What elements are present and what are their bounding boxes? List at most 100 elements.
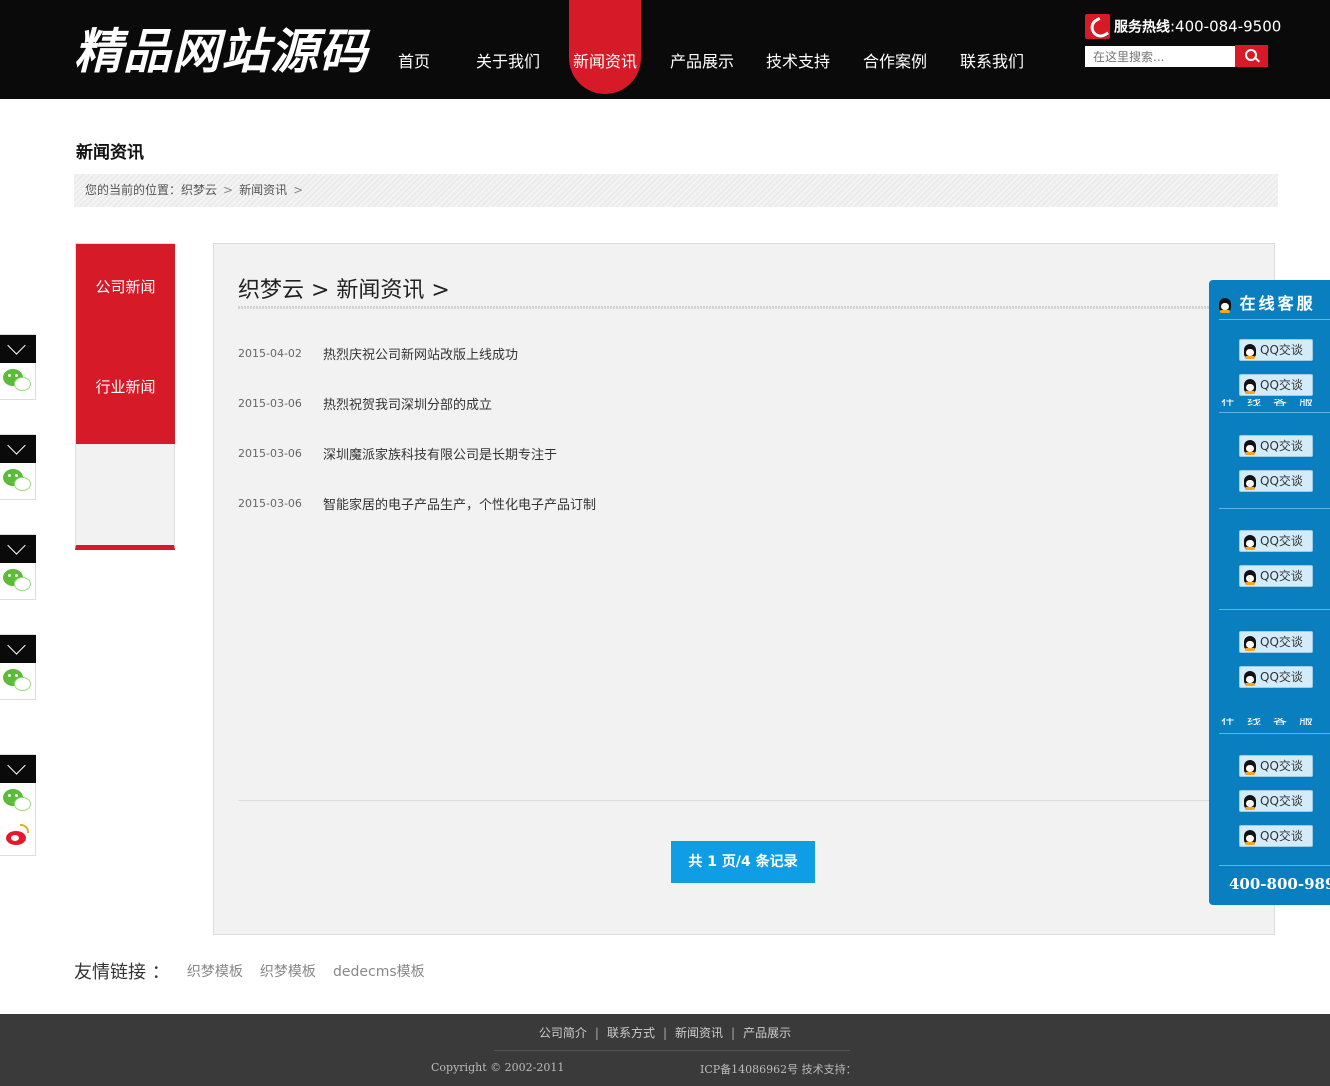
qq-icon (1244, 569, 1256, 585)
news-title-link[interactable]: 热烈祝贺我司深圳分部的成立 (323, 398, 492, 413)
list-item[interactable]: 2015-03-06 热烈祝贺我司深圳分部的成立 (238, 393, 492, 413)
wechat-icon[interactable] (0, 463, 36, 499)
chevron-down-icon[interactable] (0, 335, 36, 363)
chevron-down-icon[interactable] (0, 755, 36, 783)
qq-chat-button[interactable]: QQ交谈 (1239, 631, 1313, 653)
panel-heading: 织梦云 > 新闻资讯 > (238, 278, 450, 303)
nav-item-news[interactable]: 新闻资讯 (569, 0, 641, 94)
news-date: 2015-03-06 (238, 397, 302, 410)
search-input[interactable] (1085, 46, 1235, 67)
social-widget (0, 434, 36, 500)
qq-icon (1244, 439, 1256, 455)
qq-chat-button[interactable]: QQ交谈 (1239, 530, 1313, 552)
search-button[interactable] (1235, 45, 1268, 67)
breadcrumb-home[interactable]: 您的当前的位置：织梦云 (85, 183, 217, 197)
site-header: 精品网站源码 首页 关于我们 新闻资讯 产品展示 技术支持 合作案例 联系我们 … (0, 0, 1330, 99)
news-date: 2015-03-06 (238, 447, 302, 460)
sidebar-active-block (76, 244, 175, 444)
news-date: 2015-03-06 (238, 497, 302, 510)
pagination-summary: 共 1 页/4 条记录 (671, 841, 815, 883)
copyright: Copyright © 2002-2011 (431, 1061, 565, 1074)
chevron-down-icon[interactable] (0, 535, 36, 563)
qq-chat-button[interactable]: QQ交谈 (1239, 374, 1313, 396)
friend-links: 友情链接 ： 织梦模板 织梦模板 dedecms模板 (74, 958, 425, 984)
list-item[interactable]: 2015-03-06 深圳魔派家族科技有限公司是长期专注于 (238, 443, 557, 463)
qq-icon (1244, 343, 1256, 359)
qq-chat-button[interactable]: QQ交谈 (1239, 790, 1313, 812)
social-widget (0, 634, 36, 700)
footer-separator: | (662, 1026, 668, 1040)
list-item[interactable]: 2015-04-02 热烈庆祝公司新网站改版上线成功 (238, 343, 518, 363)
service-title: 在线客服 (1219, 290, 1316, 314)
list-item[interactable]: 2015-03-06 智能家居的电子产品生产，个性化电子产品订制 (238, 493, 596, 513)
qq-icon (1244, 670, 1256, 686)
footer-divider (494, 1050, 850, 1051)
phone-icon (1085, 14, 1110, 39)
service-phone: 400-800-9891 (1229, 875, 1330, 893)
wechat-icon[interactable] (0, 663, 36, 699)
qq-chat-button[interactable]: QQ交谈 (1239, 339, 1313, 361)
news-title-link[interactable]: 深圳魔派家族科技有限公司是长期专注于 (323, 448, 557, 463)
footer-link-about[interactable]: 公司简介 (539, 1026, 587, 1040)
breadcrumb-separator: > (293, 183, 304, 197)
qq-chat-button[interactable]: QQ交谈 (1239, 755, 1313, 777)
social-widget (0, 754, 36, 856)
qq-chat-button[interactable]: QQ交谈 (1239, 565, 1313, 587)
nav-item-about[interactable]: 关于我们 (472, 0, 544, 99)
nav-item-contact[interactable]: 联系我们 (956, 0, 1028, 99)
nav-item-cases[interactable]: 合作案例 (859, 0, 931, 99)
service-divider (1219, 733, 1330, 734)
footer-nav: 公司简介 | 联系方式 | 新闻资讯 | 产品展示 (0, 1024, 1330, 1041)
qq-chat-button[interactable]: QQ交谈 (1239, 666, 1313, 688)
service-title-ghost: 在线客服 (1221, 399, 1325, 406)
hotline-number: :400-084-9500 (1170, 17, 1282, 36)
news-panel: 织梦云 > 新闻资讯 > 2015-04-02 热烈庆祝公司新网站改版上线成功 2… (213, 243, 1275, 935)
wechat-icon[interactable] (0, 563, 36, 599)
footer-link-news[interactable]: 新闻资讯 (675, 1026, 723, 1040)
service-divider (1219, 508, 1330, 509)
service-title-text: 在线客服 (1239, 294, 1316, 313)
news-title-link[interactable]: 热烈庆祝公司新网站改版上线成功 (323, 348, 518, 363)
service-divider (1219, 865, 1330, 866)
nav-item-home[interactable]: 首页 (378, 0, 450, 99)
sidebar-item-industry-news[interactable]: 行业新闻 (76, 376, 175, 397)
footer-separator: | (594, 1026, 599, 1040)
qq-icon (1244, 378, 1256, 394)
social-widget (0, 334, 36, 400)
weibo-icon[interactable] (0, 819, 36, 855)
social-widget (0, 534, 36, 600)
nav-item-products[interactable]: 产品展示 (666, 0, 738, 99)
news-date: 2015-04-02 (238, 347, 302, 360)
nav-item-support[interactable]: 技术支持 (762, 0, 834, 99)
wechat-icon[interactable] (0, 363, 36, 399)
friend-links-label: 友情链接 ： (74, 962, 170, 983)
friend-link[interactable]: 织梦模板 (260, 964, 316, 980)
chevron-down-icon[interactable] (0, 635, 36, 663)
heading-divider (238, 306, 1238, 309)
footer-link-contact[interactable]: 联系方式 (607, 1026, 655, 1040)
qq-icon (1244, 759, 1256, 775)
breadcrumb-current[interactable]: 新闻资讯 (239, 183, 287, 197)
hotline-label: 服务热线 (1114, 19, 1170, 36)
footer-link-products[interactable]: 产品展示 (743, 1026, 791, 1040)
service-divider (1219, 319, 1330, 320)
chevron-down-icon[interactable] (0, 435, 36, 463)
friend-link[interactable]: dedecms模板 (333, 964, 425, 980)
sidebar-item-company-news[interactable]: 公司新闻 (76, 276, 175, 297)
qq-icon (1219, 297, 1231, 313)
site-footer: 公司简介 | 联系方式 | 新闻资讯 | 产品展示 Copyright © 2002-201… (0, 1014, 1330, 1086)
site-logo[interactable]: 精品网站源码 (74, 20, 368, 84)
icp-info: ICP备14086962号 技术支持： (700, 1063, 857, 1076)
service-divider (1219, 412, 1330, 413)
qq-icon (1244, 474, 1256, 490)
qq-chat-button[interactable]: QQ交谈 (1239, 470, 1313, 492)
news-title-link[interactable]: 智能家居的电子产品生产，个性化电子产品订制 (323, 498, 596, 513)
qq-icon (1244, 794, 1256, 810)
friend-link[interactable]: 织梦模板 (187, 964, 243, 980)
qq-chat-button[interactable]: QQ交谈 (1239, 825, 1313, 847)
customer-service-panel: 在线客服 QQ交谈 QQ交谈 在线客服 QQ交谈 QQ交谈 QQ交谈 QQ交谈 … (1209, 280, 1330, 905)
page-title: 新闻资讯 (76, 143, 144, 163)
hotline: 服务热线:400-084-9500 (1085, 14, 1281, 40)
qq-chat-button[interactable]: QQ交谈 (1239, 435, 1313, 457)
wechat-icon[interactable] (0, 783, 36, 819)
